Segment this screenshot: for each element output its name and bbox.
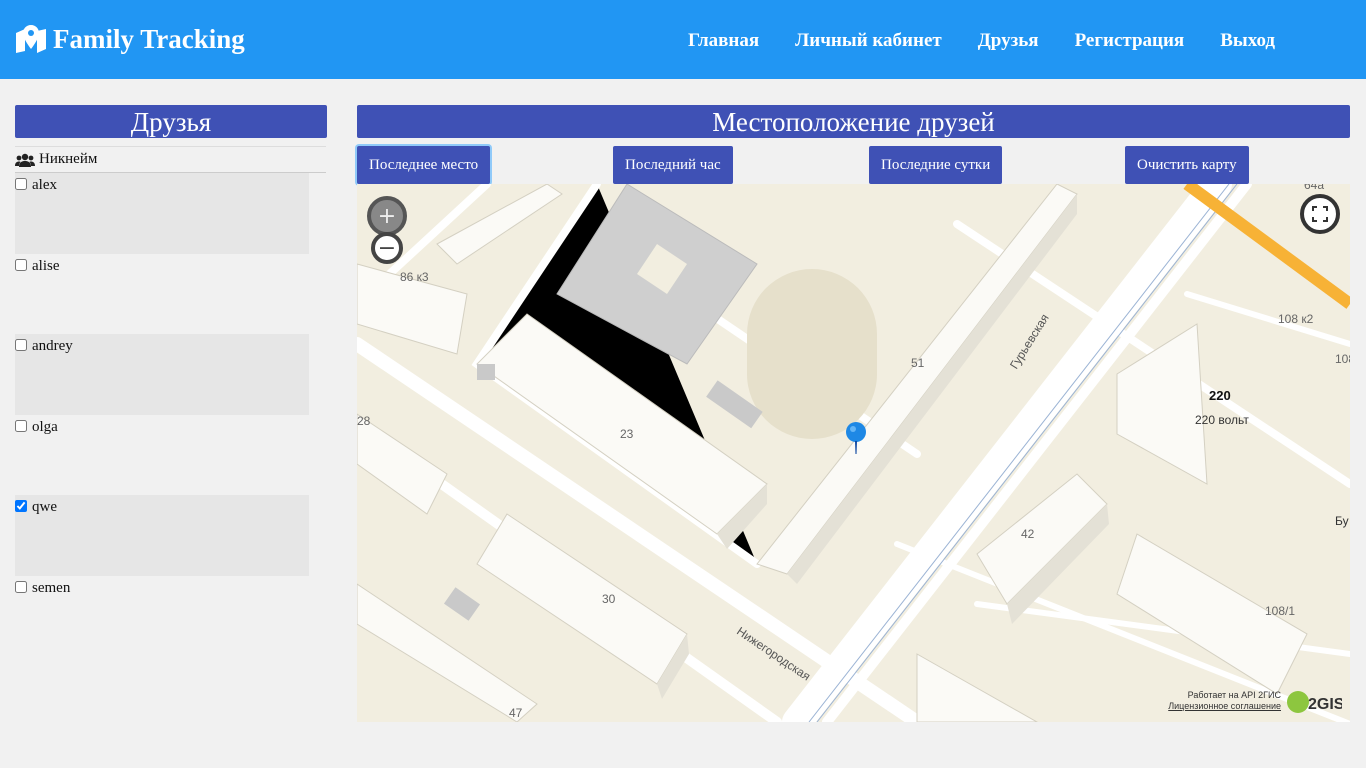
location-marker-icon[interactable] xyxy=(844,421,868,455)
building-label: 51 xyxy=(911,356,925,370)
last-place-button[interactable]: Последнее место xyxy=(357,146,491,184)
api-credit: Работает на API 2ГИС xyxy=(1187,690,1281,700)
friend-name: semen xyxy=(32,579,71,596)
map-attribution: Работает на API 2ГИС Лицензионное соглаш… xyxy=(1168,690,1281,712)
friend-row: semen xyxy=(15,576,309,657)
friends-panel-title: Друзья xyxy=(15,105,327,138)
friend-name: alise xyxy=(32,257,60,274)
shop-logo: 220 xyxy=(1209,388,1231,403)
navbar: Family Tracking Главная Личный кабинет Д… xyxy=(0,0,1366,79)
building-label: 28 xyxy=(357,414,371,428)
friend-name: olga xyxy=(32,418,58,435)
brand[interactable]: Family Tracking xyxy=(15,22,245,56)
2gis-logo-icon: 2GIS xyxy=(1287,691,1345,713)
building-label: 108/1 xyxy=(1265,604,1296,618)
nickname-column-label: Никнейм xyxy=(39,151,98,167)
building-label: 42 xyxy=(1021,527,1035,541)
license-link[interactable]: Лицензионное соглашение xyxy=(1168,701,1281,712)
building-label: 86 к3 xyxy=(400,270,429,284)
main-nav: Главная Личный кабинет Друзья Регистраци… xyxy=(688,30,1311,52)
nav-register[interactable]: Регистрация xyxy=(1075,30,1185,52)
friend-checkbox[interactable] xyxy=(15,419,27,432)
friend-checkbox[interactable] xyxy=(15,178,27,190)
nav-cabinet[interactable]: Личный кабинет xyxy=(795,30,942,52)
fullscreen-icon xyxy=(1312,206,1328,222)
building-label: 23 xyxy=(620,427,634,441)
friend-checkbox[interactable] xyxy=(15,258,27,271)
friend-name: alex xyxy=(32,177,57,193)
friend-checkbox[interactable] xyxy=(15,580,27,593)
friend-name: qwe xyxy=(32,499,57,515)
friend-row: alise xyxy=(15,254,309,335)
last-hour-button[interactable]: Последний час xyxy=(613,146,733,184)
friend-row: alex xyxy=(15,173,309,254)
map-panel-title: Местоположение друзей xyxy=(357,105,1350,138)
zoom-out-button[interactable]: − xyxy=(371,232,403,264)
2gis-logo-text: 2GIS xyxy=(1308,696,1342,713)
building-label: 64а xyxy=(1304,184,1325,192)
friend-name: andrey xyxy=(32,338,73,354)
2gis-logo[interactable]: 2GIS xyxy=(1286,688,1345,716)
building-label: 108 к2 xyxy=(1278,312,1314,326)
nickname-column-header: Никнейм xyxy=(15,146,326,173)
friend-checkbox[interactable] xyxy=(15,339,27,351)
nav-logout[interactable]: Выход xyxy=(1220,30,1275,52)
nav-home[interactable]: Главная xyxy=(688,30,759,52)
clear-map-button[interactable]: Очистить карту xyxy=(1125,146,1249,184)
friend-row: qwe xyxy=(15,495,309,576)
map-marker-icon xyxy=(16,25,46,53)
building-label: 30 xyxy=(602,592,616,606)
last-day-button[interactable]: Последние сутки xyxy=(869,146,1003,184)
poi-label: Бу xyxy=(1335,514,1349,528)
users-icon xyxy=(15,153,35,167)
brand-title: Family Tracking xyxy=(53,23,245,54)
zoom-in-button[interactable]: + xyxy=(367,196,407,236)
building-label: 108 xyxy=(1335,352,1350,366)
shop-label: 220 вольт xyxy=(1195,413,1249,427)
friend-row: olga xyxy=(15,415,309,496)
nav-friends[interactable]: Друзья xyxy=(978,30,1039,52)
building-label: 47 xyxy=(509,706,523,720)
fullscreen-button[interactable] xyxy=(1300,194,1340,234)
friend-list: alex alise andrey olga qwe semen xyxy=(15,173,309,656)
friend-row: andrey xyxy=(15,334,309,415)
map-view[interactable]: 86 к3 51 23 28 30 42 47 108 к2 108 108/1… xyxy=(357,184,1350,722)
friend-checkbox[interactable] xyxy=(15,500,27,512)
